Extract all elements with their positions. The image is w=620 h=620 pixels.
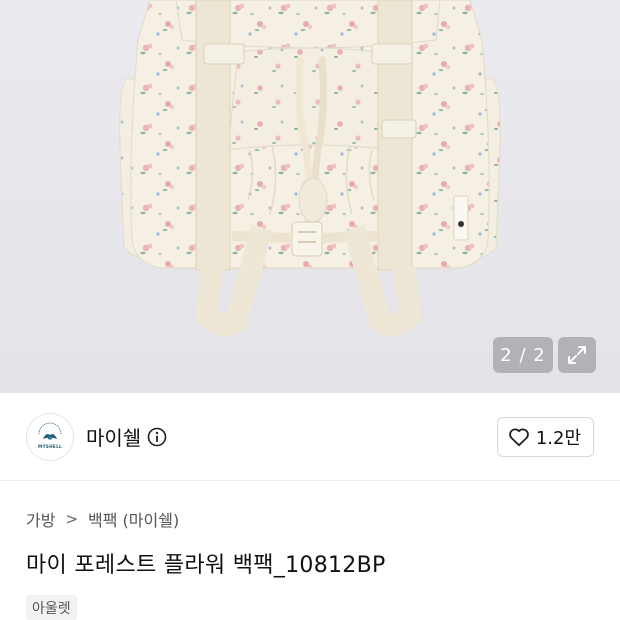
product-backpack-image [119, 0, 501, 336]
image-counter: 2 / 2 [493, 337, 553, 373]
brand-name[interactable]: 마이쉘 [86, 422, 141, 451]
product-image-gallery[interactable]: 2 / 2 [0, 0, 620, 393]
product-title: 마이 포레스트 플라워 백팩_10812BP [26, 553, 386, 578]
breadcrumb-item-backpack[interactable]: 백팩 (마이쉘) [88, 507, 179, 531]
brand-logo[interactable]: MYSHELL [26, 412, 74, 461]
expand-arrows-icon [568, 346, 586, 364]
image-counter-text: 2 / 2 [500, 344, 546, 366]
brand-logo-text: MYSHELL [38, 444, 62, 449]
expand-image-button[interactable] [558, 337, 596, 373]
breadcrumb-item-bags[interactable]: 가방 [26, 507, 55, 531]
chevron-right-icon: > [65, 510, 79, 528]
info-circle-icon[interactable] [147, 427, 167, 447]
brand-row: MYSHELL 마이쉘 1.2만 [0, 393, 620, 481]
outlet-badge-label: 아울렛 [32, 600, 71, 617]
outlet-badge: 아울렛 [26, 595, 77, 620]
like-button[interactable]: 1.2만 [496, 416, 594, 457]
brand-logo-mark: MYSHELL [38, 422, 62, 449]
heart-outline-icon [508, 428, 529, 446]
breadcrumb: 가방 > 백팩 (마이쉘) [26, 507, 179, 531]
like-count: 1.2만 [535, 427, 581, 449]
